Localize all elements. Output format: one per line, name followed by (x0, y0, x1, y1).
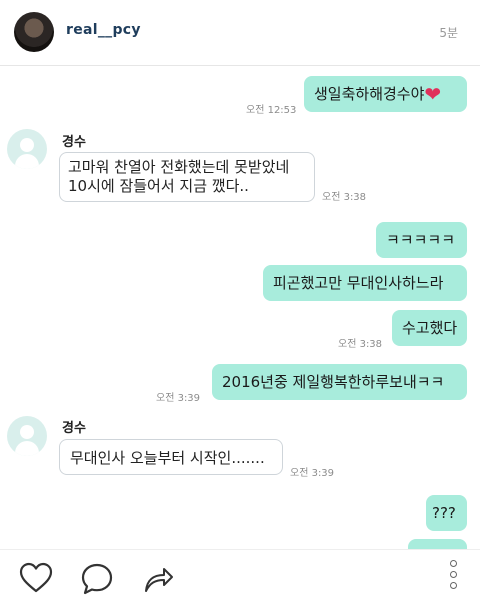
peer-name: 경수 (62, 421, 86, 436)
post-header: real__pcy 5분 (0, 0, 480, 66)
peer-avatar (7, 129, 47, 169)
message-timestamp: 오전 12:53 (246, 105, 297, 116)
message-text-line: 고마워 찬열아 전화했는데 못받았네 (68, 158, 290, 176)
peer-name: 경수 (62, 135, 86, 150)
action-bar (0, 549, 480, 605)
chat-screenshot: 생일축하해경수야❤ 오전 12:53 경수 고마워 찬열아 전화했는데 못받았네… (0, 67, 480, 553)
post-time: 5분 (439, 26, 458, 40)
message-bubble: 피곤했고만 무대인사하느라 (263, 265, 467, 301)
heart-icon[interactable] (18, 562, 54, 594)
message-bubble: 고마워 찬열아 전화했는데 못받았네 10시에 잠들어서 지금 깼다.. (59, 152, 315, 202)
message-timestamp: 오전 3:38 (338, 339, 383, 350)
message-text: ??? (432, 504, 456, 522)
peer-avatar (7, 416, 47, 456)
message-bubble: 수고했다 (392, 310, 467, 346)
more-icon[interactable] (450, 560, 458, 593)
message-text: 수고했다 (402, 319, 458, 337)
message-timestamp: 오전 3:39 (156, 393, 201, 404)
message-text: ㅋㅋㅋㅋㅋ (386, 231, 456, 249)
message-text: 무대인사 오늘부터 시작인....... (70, 449, 265, 467)
message-text: 생일축하해경수야 (314, 85, 425, 103)
message-timestamp: 오전 3:38 (322, 192, 367, 203)
message-timestamp: 오전 3:39 (290, 468, 335, 479)
message-text: 2016년중 제일행복한하루보내ㅋㅋ (222, 373, 445, 391)
comment-icon[interactable] (80, 562, 114, 596)
message-bubble: ㅋㅋㅋㅋㅋ (376, 222, 467, 258)
username[interactable]: real__pcy (66, 22, 141, 38)
message-bubble: ??? (426, 495, 467, 531)
avatar[interactable] (14, 12, 54, 52)
message-bubble: 2016년중 제일행복한하루보내ㅋㅋ (212, 364, 467, 400)
message-text-line: 10시에 잠들어서 지금 깼다.. (68, 177, 249, 195)
heart-emoji-icon: ❤ (424, 82, 442, 106)
message-bubble: 무대인사 오늘부터 시작인....... (59, 439, 283, 475)
message-text: 피곤했고만 무대인사하느라 (273, 274, 444, 292)
message-bubble: 생일축하해경수야❤ (304, 76, 467, 112)
share-icon[interactable] (142, 563, 174, 595)
